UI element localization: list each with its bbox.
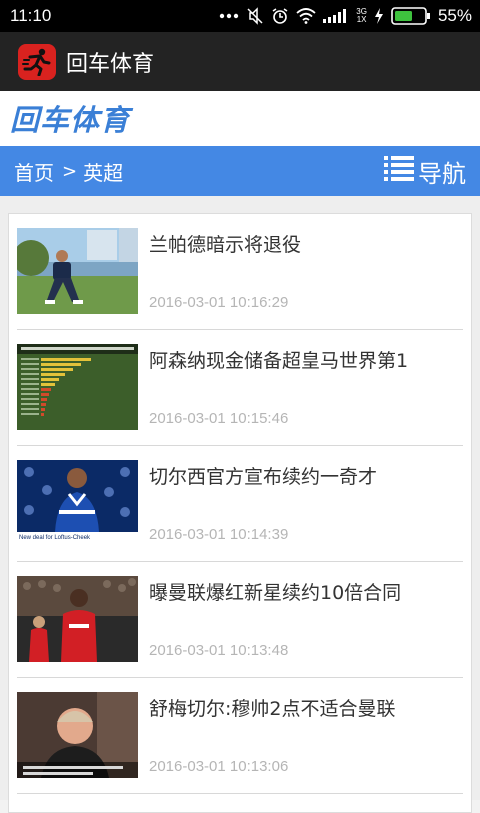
nav-menu-button[interactable]: 导航 <box>384 154 466 189</box>
list-icon <box>384 155 414 187</box>
news-title: 兰帕德暗示将退役 <box>149 234 302 256</box>
news-list: 兰帕德暗示将退役 2016-03-01 10:16:29 阿森纳现金储备超皇马世… <box>8 213 472 813</box>
breadcrumb: 首页 > 英超 <box>14 157 123 186</box>
breadcrumb-separator: > <box>62 160 78 182</box>
news-thumbnail <box>17 692 138 778</box>
news-title: 阿森纳现金储备超皇马世界第1 <box>149 350 409 372</box>
charging-icon <box>374 8 384 24</box>
site-logo[interactable]: 回车体育 <box>10 95 130 145</box>
breadcrumb-current: 英超 <box>83 160 124 185</box>
list-item[interactable]: 阿森纳现金储备超皇马世界第1 2016-03-01 10:15:46 <box>17 330 463 446</box>
running-man-icon[interactable] <box>18 43 56 80</box>
list-item[interactable]: New deal for Loftus-Cheek 切尔西官方宣布续约一奇才 2… <box>17 446 463 562</box>
news-thumbnail <box>17 228 138 314</box>
news-title: 舒梅切尔:穆帅2点不适合曼联 <box>149 698 396 720</box>
web-page: 回车体育 首页 > 英超 导航 兰帕德暗示将退役 2016-03-01 10:1… <box>0 91 480 813</box>
list-item[interactable]: 兰帕德暗示将退役 2016-03-01 10:16:29 <box>17 214 463 330</box>
news-time: 2016-03-01 10:16:29 <box>149 294 289 311</box>
status-icons: 3G 1X 55% <box>219 6 472 26</box>
network-type: 3G 1X <box>356 7 367 24</box>
news-title: 切尔西官方宣布续约一奇才 <box>149 466 378 488</box>
news-title: 曝曼联爆红新星续约10倍合同 <box>149 582 402 604</box>
wifi-icon <box>296 8 316 24</box>
nav-bar: 首页 > 英超 导航 <box>0 146 480 196</box>
status-bar: 11:10 3G 1X 55% <box>0 0 480 32</box>
list-item[interactable]: 舒梅切尔:穆帅2点不适合曼联 2016-03-01 10:13:06 <box>17 678 463 794</box>
app-bar: 回车体育 <box>0 32 480 91</box>
news-thumbnail: New deal for Loftus-Cheek <box>17 460 138 546</box>
news-thumbnail <box>17 344 138 430</box>
status-time: 11:10 <box>10 6 52 25</box>
mute-icon <box>246 7 264 25</box>
news-time: 2016-03-01 10:13:48 <box>149 642 289 659</box>
news-time: 2016-03-01 10:15:46 <box>149 410 289 427</box>
breadcrumb-home-link[interactable]: 首页 <box>14 157 54 186</box>
thumb-caption: New deal for Loftus-Cheek <box>19 535 91 541</box>
nav-menu-label: 导航 <box>418 159 466 188</box>
news-list-area: 兰帕德暗示将退役 2016-03-01 10:16:29 阿森纳现金储备超皇马世… <box>0 196 480 813</box>
news-time: 2016-03-01 10:14:39 <box>149 526 289 543</box>
more-dots-icon <box>219 13 239 19</box>
news-thumbnail <box>17 576 138 662</box>
battery-icon <box>391 7 431 25</box>
alarm-icon <box>271 7 289 25</box>
app-title: 回车体育 <box>66 51 155 77</box>
battery-percent: 55% <box>437 6 472 25</box>
signal-icon <box>323 9 349 23</box>
news-time: 2016-03-01 10:13:06 <box>149 758 289 775</box>
list-item[interactable]: 曝曼联爆红新星续约10倍合同 2016-03-01 10:13:48 <box>17 562 463 678</box>
